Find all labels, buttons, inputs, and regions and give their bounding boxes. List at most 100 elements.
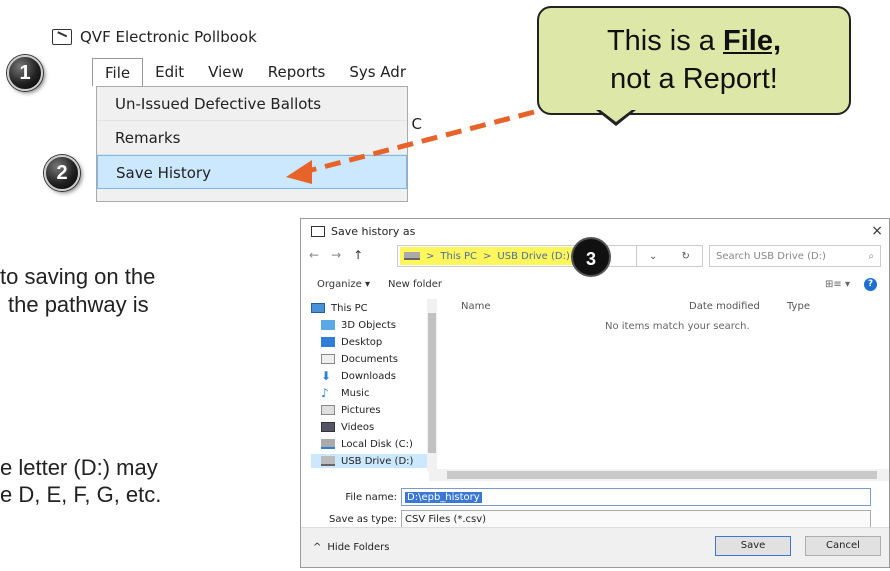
view-options-icon[interactable]: ⊞≡ ▾ [825, 279, 850, 290]
download-icon: ⬇ [321, 369, 332, 383]
dialog-nav-buttons: ← → ↑ [309, 248, 363, 262]
close-icon[interactable]: × [871, 223, 883, 239]
navigation-pane: This PC 3D Objects Desktop Documents ⬇ D… [309, 299, 439, 474]
search-icon: ⌕ [868, 250, 874, 262]
pictures-icon [321, 405, 335, 415]
nav-item-this-pc[interactable]: This PC [311, 301, 368, 315]
nav-label-downloads: Downloads [341, 370, 396, 382]
help-icon[interactable]: ? [864, 277, 877, 291]
menu-file[interactable]: File [92, 58, 144, 86]
address-highlight: > This PC > USB Drive (D:) [400, 247, 574, 265]
callout-box: This is a File, not a Report! [537, 6, 851, 115]
nav-item-documents[interactable]: Documents [321, 352, 398, 366]
menu-item-save-history[interactable]: Save History [97, 155, 407, 189]
nav-label-3d-objects: 3D Objects [341, 319, 397, 331]
hide-folders-label: Hide Folders [327, 542, 390, 553]
nav-item-local-disk[interactable]: Local Disk (C:) [321, 437, 413, 451]
pollbook-cut-text: C [411, 115, 422, 133]
save-type-row: Save as type: CSV Files (*.csv) [301, 510, 871, 528]
callout-line2: not a Report! [610, 63, 778, 95]
cancel-button[interactable]: Cancel [805, 536, 881, 556]
usb-drive-icon [404, 252, 420, 260]
toolbar-right: ⊞≡ ▾ ? [825, 277, 877, 291]
save-type-label: Save as type: [329, 513, 397, 525]
back-arrow-icon[interactable]: ← [309, 248, 319, 262]
nav-item-videos[interactable]: Videos [321, 420, 374, 434]
menu-view[interactable]: View [196, 58, 256, 86]
documents-icon [321, 354, 335, 364]
callout-tail-fill [599, 109, 633, 122]
step-2-badge: 2 [44, 155, 80, 191]
hide-folders-button[interactable]: ^ Hide Folders [313, 542, 389, 553]
callout-line1-prefix: This is a [606, 25, 723, 57]
column-type[interactable]: Type [787, 301, 810, 312]
address-tools: ⌄ ↻ [637, 245, 703, 267]
file-list: Name Date modified Type No items match y… [449, 299, 889, 469]
address-usb-drive[interactable]: USB Drive (D:) [497, 251, 569, 262]
file-list-horizontal-scrollbar[interactable] [429, 469, 889, 481]
address-dropdown-icon[interactable]: ⌄ [649, 251, 657, 262]
pollbook-title: QVF Electronic Pollbook [80, 28, 257, 46]
local-disk-icon [321, 439, 335, 449]
nav-item-3d-objects[interactable]: 3D Objects [321, 318, 396, 332]
menu-edit[interactable]: Edit [143, 58, 196, 86]
file-menu-dropdown: Un-Issued Defective Ballots Remarks Save… [96, 86, 408, 202]
music-icon: ♪ [321, 386, 329, 400]
nav-scroll-thumb[interactable] [428, 313, 436, 453]
save-button[interactable]: Save [715, 536, 791, 556]
save-type-select[interactable]: CSV Files (*.csv) [401, 510, 871, 528]
column-name[interactable]: Name [461, 301, 491, 312]
file-name-row: File name: D:\epb_history [301, 488, 871, 506]
body-text-line1: to saving on the [0, 264, 156, 289]
address-sep-1: > [426, 250, 435, 262]
menu-bar: File Edit View Reports Sys Adr [52, 58, 422, 86]
body-text-line4: e D, E, F, G, etc. [0, 482, 162, 507]
usb-drive-nav-icon [321, 456, 335, 466]
nav-label-local-disk: Local Disk (C:) [341, 438, 413, 450]
nav-item-desktop[interactable]: Desktop [321, 335, 382, 349]
up-arrow-icon[interactable]: ↑ [353, 248, 363, 262]
desktop-icon [321, 337, 335, 347]
save-history-dialog: Save history as × ← → ↑ > This PC > USB … [300, 218, 890, 568]
file-name-label: File name: [345, 491, 397, 503]
save-type-value: CSV Files (*.csv) [405, 513, 487, 525]
address-this-pc[interactable]: This PC [440, 251, 477, 262]
nav-item-music[interactable]: ♪ Music [321, 386, 369, 400]
nav-pane-scrollbar[interactable] [427, 299, 437, 471]
pollbook-menu-screenshot: QVF Electronic Pollbook File Edit View R… [40, 20, 422, 205]
forward-arrow-icon[interactable]: → [331, 248, 341, 262]
new-folder-button[interactable]: New folder [388, 279, 442, 290]
nav-label-usb-drive: USB Drive (D:) [341, 455, 414, 467]
dialog-title-bar: Save history as [311, 225, 415, 238]
search-input[interactable]: Search USB Drive (D:) ⌕ [709, 245, 881, 267]
nav-label-documents: Documents [341, 353, 399, 365]
chevron-up-icon: ^ [313, 542, 322, 553]
menu-sys-admin[interactable]: Sys Adr [337, 58, 418, 86]
menu-item-unissued-defective-ballots[interactable]: Un-Issued Defective Ballots [97, 87, 407, 121]
file-name-input[interactable]: D:\epb_history [401, 488, 871, 506]
computer-icon [311, 303, 325, 313]
address-sep-2: > [483, 250, 492, 262]
videos-icon [321, 422, 335, 432]
menu-reports[interactable]: Reports [256, 58, 338, 86]
column-date-modified[interactable]: Date modified [689, 301, 760, 312]
body-text-line2: the pathway is [8, 292, 149, 317]
hscroll-thumb[interactable] [447, 471, 877, 479]
dialog-app-icon [311, 226, 325, 237]
step-3-badge: 3 [571, 237, 611, 277]
pollbook-title-bar: QVF Electronic Pollbook [52, 28, 257, 46]
callout-line1-bold: File, [723, 25, 782, 57]
empty-message: No items match your search. [605, 321, 750, 332]
pollbook-app-icon [52, 29, 72, 45]
nav-label-pictures: Pictures [341, 404, 381, 416]
step-1-badge: 1 [7, 55, 43, 91]
dialog-footer: ^ Hide Folders Save Cancel [301, 527, 889, 567]
menu-item-remarks[interactable]: Remarks [97, 121, 407, 155]
nav-item-usb-drive[interactable]: USB Drive (D:) [311, 454, 429, 468]
refresh-icon[interactable]: ↻ [682, 251, 690, 262]
nav-label-music: Music [341, 387, 370, 399]
nav-label-desktop: Desktop [341, 336, 383, 348]
nav-item-pictures[interactable]: Pictures [321, 403, 381, 417]
nav-item-downloads[interactable]: ⬇ Downloads [321, 369, 396, 383]
organize-button[interactable]: Organize ▾ [317, 279, 370, 290]
